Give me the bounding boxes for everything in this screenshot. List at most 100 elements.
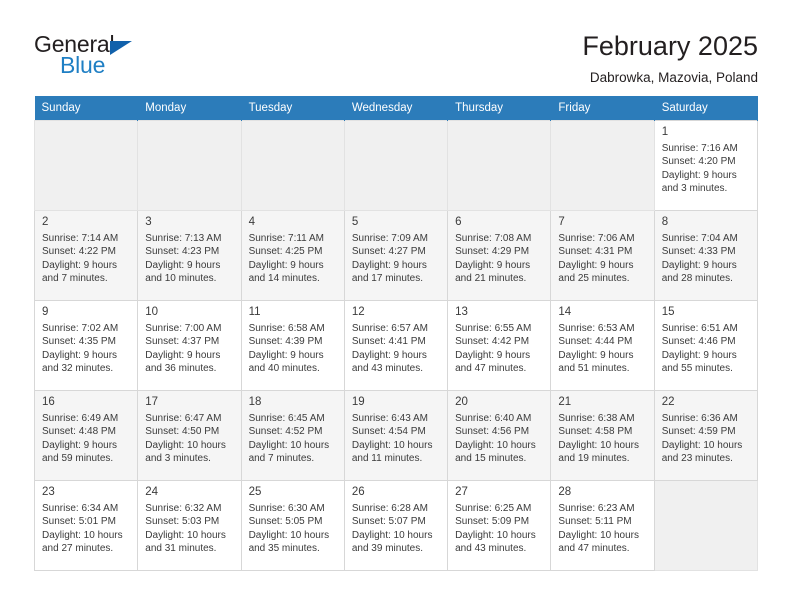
daylight-text: Daylight: 9 hours (558, 349, 634, 361)
weekday-header-wednesday: Wednesday (344, 96, 449, 121)
sunrise-text: Sunrise: 7:00 AM (145, 323, 222, 334)
sunset-text: Sunset: 4:25 PM (248, 246, 323, 258)
day-number: 20 (455, 396, 468, 408)
day-details: Sunrise: 7:06 AM Sunset: 4:31 PM Daylight:… (558, 232, 647, 286)
calendar-day-cell[interactable]: 19 Sunrise: 6:43 AM Sunset: 4:54 PM Dayligh… (343, 390, 449, 481)
day-cell-content: 19 Sunrise: 6:43 AM Sunset: 4:54 PM Dayligh… (345, 391, 447, 466)
daylight-text: Daylight: 10 hours (42, 529, 123, 541)
calendar-day-cell[interactable]: 26 Sunrise: 6:28 AM Sunset: 5:07 PM Dayligh… (343, 480, 449, 571)
calendar-day-cell[interactable]: 1 Sunrise: 7:16 AM Sunset: 4:20 PM Daylight… (653, 120, 759, 211)
calendar-day-cell[interactable]: 9 Sunrise: 7:02 AM Sunset: 4:35 PM Daylight… (33, 300, 139, 391)
daylight-text-cont: and 21 minutes. (455, 273, 527, 285)
sunrise-text: Sunrise: 6:38 AM (558, 413, 635, 424)
weekday-header-friday: Friday (550, 96, 655, 121)
calendar-cell-empty (447, 120, 552, 211)
day-cell-content: 2 Sunrise: 7:14 AM Sunset: 4:22 PM Daylight… (35, 211, 137, 286)
weekday-header-tuesday: Tuesday (241, 96, 345, 121)
sunset-text: Sunset: 4:33 PM (661, 246, 736, 258)
calendar-day-cell[interactable]: 11 Sunrise: 6:58 AM Sunset: 4:39 PM Dayligh… (240, 300, 345, 391)
sunrise-text: Sunrise: 6:43 AM (351, 413, 428, 424)
calendar-day-cell[interactable]: 28 Sunrise: 6:23 AM Sunset: 5:11 PM Dayligh… (550, 480, 655, 571)
weekday-header-sunday: Sunday (34, 96, 139, 121)
day-details: Sunrise: 7:11 AM Sunset: 4:25 PM Daylight:… (249, 232, 338, 286)
calendar-day-cell[interactable]: 15 Sunrise: 6:51 AM Sunset: 4:46 PM Dayligh… (653, 300, 759, 391)
day-number: 19 (351, 396, 365, 408)
calendar-day-cell[interactable]: 3 Sunrise: 7:13 AM Sunset: 4:23 PM Daylight… (137, 210, 242, 301)
day-number: 12 (351, 306, 365, 318)
sunrise-text: Sunrise: 7:14 AM (42, 233, 119, 244)
day-details: Sunrise: 6:43 AM Sunset: 4:54 PM Daylight:… (352, 412, 441, 466)
sunset-text: Sunset: 5:01 PM (42, 516, 116, 528)
day-number: 23 (42, 486, 55, 498)
calendar-page: General Blue February 2025 Dabrowka, Maz… (0, 0, 792, 612)
daylight-text-cont: and 59 minutes. (42, 453, 114, 465)
sunset-text: Sunset: 4:22 PM (42, 246, 116, 258)
calendar-day-cell[interactable]: 27 Sunrise: 6:25 AM Sunset: 5:09 PM Dayligh… (447, 480, 552, 571)
daylight-text: Daylight: 10 hours (248, 439, 330, 451)
daylight-text-cont: and 3 minutes. (145, 453, 211, 465)
day-cell-content: 8 Sunrise: 7:04 AM Sunset: 4:33 PM Daylight… (655, 211, 757, 286)
day-number: 6 (455, 216, 462, 228)
day-cell-content: 13 Sunrise: 6:55 AM Sunset: 4:42 PM Dayligh… (448, 301, 550, 376)
calendar-day-cell[interactable]: 25 Sunrise: 6:30 AM Sunset: 5:05 PM Dayligh… (240, 480, 345, 571)
day-cell-content: 1 Sunrise: 7:16 AM Sunset: 4:20 PM Daylight… (655, 121, 757, 196)
calendar-day-cell[interactable]: 7 Sunrise: 7:06 AM Sunset: 4:31 PM Daylight… (550, 210, 655, 301)
title-block: February 2025 Dabrowka, Mazovia, Poland (582, 30, 758, 84)
brand-logo[interactable]: General Blue (34, 30, 152, 82)
calendar-day-cell[interactable]: 16 Sunrise: 6:49 AM Sunset: 4:48 PM Dayligh… (33, 390, 139, 481)
weekday-header-thursday: Thursday (447, 96, 552, 121)
daylight-text-cont: and 3 minutes. (661, 183, 728, 195)
calendar-day-cell[interactable]: 18 Sunrise: 6:45 AM Sunset: 4:52 PM Dayligh… (240, 390, 345, 481)
calendar-cell-empty (240, 120, 345, 211)
calendar-day-cell[interactable]: 2 Sunrise: 7:14 AM Sunset: 4:22 PM Daylight… (33, 210, 139, 301)
day-details: Sunrise: 6:58 AM Sunset: 4:39 PM Daylight:… (249, 322, 338, 376)
calendar-day-cell[interactable]: 17 Sunrise: 6:47 AM Sunset: 4:50 PM Dayligh… (137, 390, 242, 481)
sunrise-text: Sunrise: 7:08 AM (455, 233, 532, 244)
calendar-cell-empty (550, 120, 655, 211)
day-number: 2 (42, 216, 49, 228)
daylight-text-cont: and 11 minutes. (351, 453, 423, 465)
calendar-day-cell[interactable]: 12 Sunrise: 6:57 AM Sunset: 4:41 PM Dayligh… (343, 300, 449, 391)
day-cell-content: 6 Sunrise: 7:08 AM Sunset: 4:29 PM Daylight… (448, 211, 550, 286)
day-number: 10 (145, 306, 159, 318)
calendar-cell-empty (33, 120, 139, 211)
daylight-text: Daylight: 9 hours (248, 259, 324, 271)
sunset-text: Sunset: 4:58 PM (558, 426, 633, 438)
calendar-day-cell[interactable]: 23 Sunrise: 6:34 AM Sunset: 5:01 PM Dayligh… (33, 480, 139, 571)
daylight-text: Daylight: 9 hours (248, 349, 324, 361)
daylight-text: Daylight: 9 hours (455, 349, 531, 361)
daylight-text: Daylight: 10 hours (558, 529, 640, 541)
day-details: Sunrise: 6:32 AM Sunset: 5:03 PM Daylight:… (145, 502, 234, 556)
daylight-text: Daylight: 9 hours (351, 259, 427, 271)
calendar-day-cell[interactable]: 24 Sunrise: 6:32 AM Sunset: 5:03 PM Dayligh… (137, 480, 242, 571)
day-number: 13 (455, 306, 468, 318)
daylight-text-cont: and 28 minutes. (661, 273, 733, 285)
calendar-day-cell[interactable]: 6 Sunrise: 7:08 AM Sunset: 4:29 PM Daylight… (447, 210, 552, 301)
sunrise-text: Sunrise: 6:40 AM (455, 413, 532, 424)
sunset-text: Sunset: 4:54 PM (351, 426, 426, 438)
sunset-text: Sunset: 4:35 PM (42, 336, 116, 348)
calendar-day-cell[interactable]: 22 Sunrise: 6:36 AM Sunset: 4:59 PM Dayligh… (653, 390, 759, 481)
daylight-text-cont: and 10 minutes. (145, 273, 217, 285)
daylight-text-cont: and 7 minutes. (248, 453, 315, 465)
calendar-day-cell[interactable]: 13 Sunrise: 6:55 AM Sunset: 4:42 PM Dayligh… (447, 300, 552, 391)
day-number: 4 (248, 216, 255, 228)
daylight-text: Daylight: 10 hours (661, 439, 743, 451)
daylight-text-cont: and 40 minutes. (248, 363, 320, 375)
calendar-day-cell[interactable]: 14 Sunrise: 6:53 AM Sunset: 4:44 PM Dayligh… (550, 300, 655, 391)
calendar-day-cell[interactable]: 10 Sunrise: 7:00 AM Sunset: 4:37 PM Dayligh… (137, 300, 242, 391)
weekday-header-saturday: Saturday (654, 96, 759, 121)
sunrise-text: Sunrise: 6:58 AM (248, 323, 325, 334)
sunset-text: Sunset: 4:59 PM (661, 426, 736, 438)
daylight-text: Daylight: 9 hours (145, 349, 221, 361)
calendar-day-cell[interactable]: 5 Sunrise: 7:09 AM Sunset: 4:27 PM Daylight… (343, 210, 449, 301)
sunrise-text: Sunrise: 6:45 AM (248, 413, 325, 424)
calendar-week-row: 16 Sunrise: 6:49 AM Sunset: 4:48 PM Dayligh… (33, 390, 759, 481)
sunset-text: Sunset: 4:52 PM (248, 426, 323, 438)
calendar-day-cell[interactable]: 8 Sunrise: 7:04 AM Sunset: 4:33 PM Daylight… (653, 210, 759, 301)
calendar-day-cell[interactable]: 4 Sunrise: 7:11 AM Sunset: 4:25 PM Daylight… (240, 210, 345, 301)
day-cell-content: 5 Sunrise: 7:09 AM Sunset: 4:27 PM Daylight… (345, 211, 447, 286)
calendar-day-cell[interactable]: 20 Sunrise: 6:40 AM Sunset: 4:56 PM Dayligh… (447, 390, 552, 481)
triangle-flag-icon (110, 41, 132, 55)
calendar-day-cell[interactable]: 21 Sunrise: 6:38 AM Sunset: 4:58 PM Dayligh… (550, 390, 655, 481)
